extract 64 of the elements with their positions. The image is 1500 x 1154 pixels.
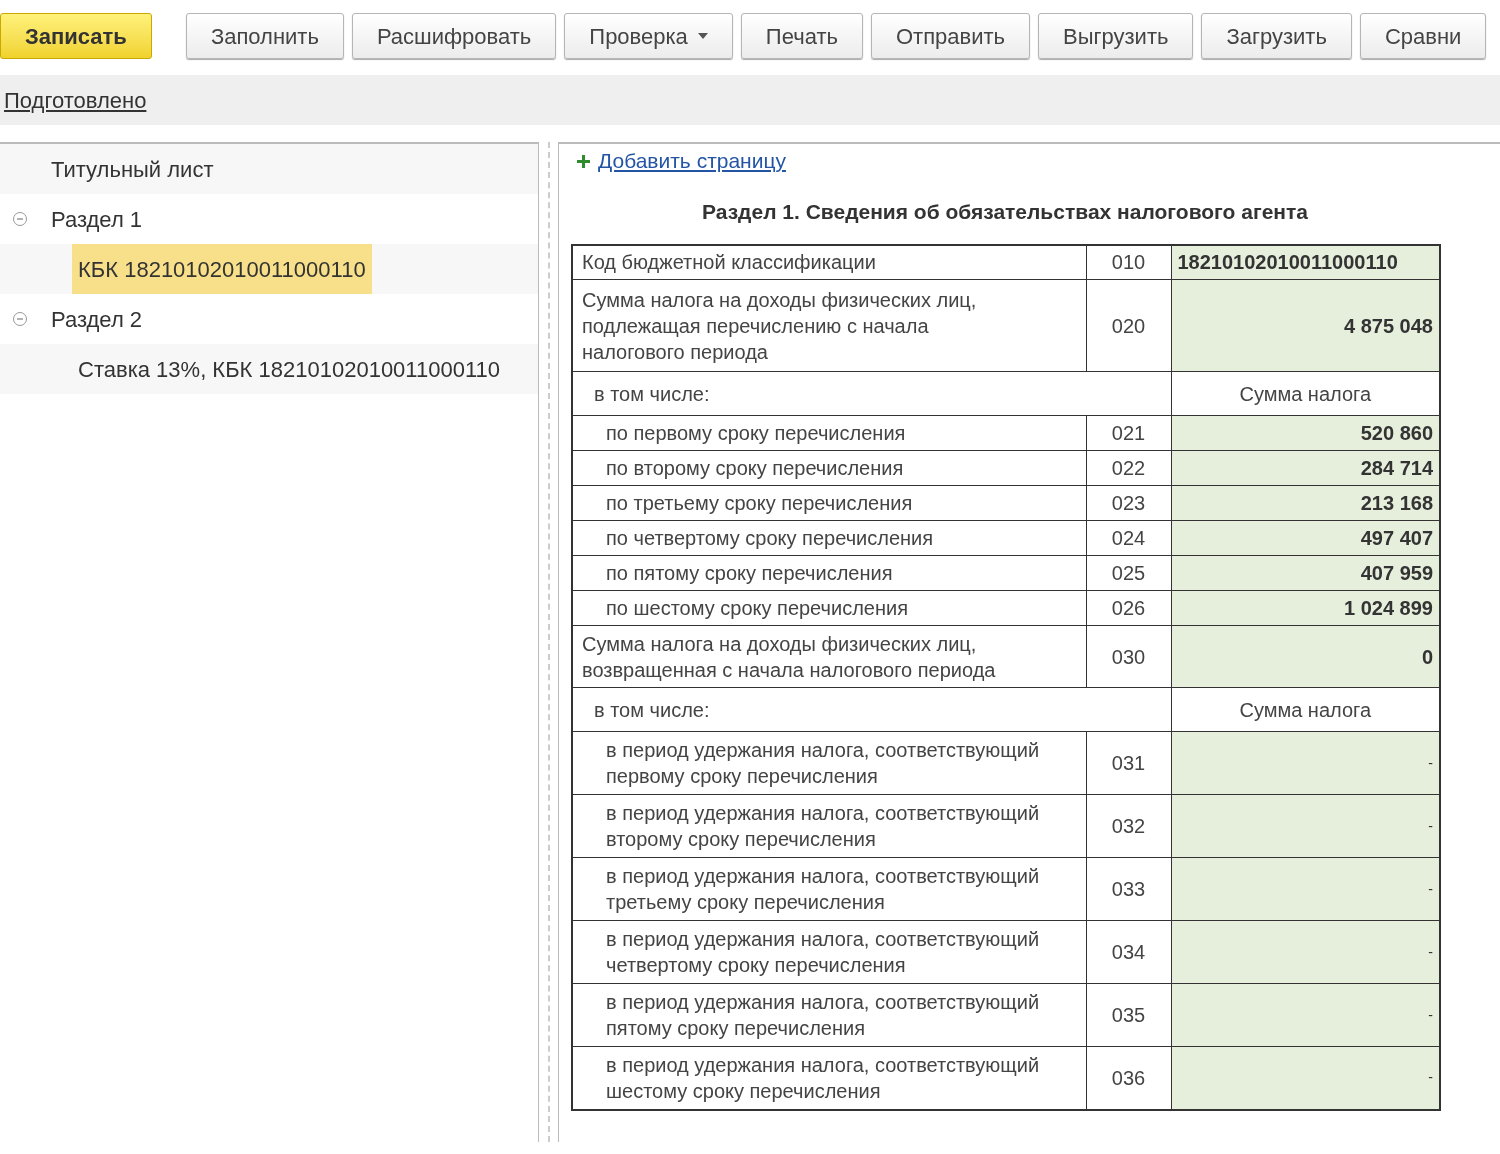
value-field[interactable]: 497 407 (1171, 520, 1440, 556)
table-cell: в том числе: (572, 371, 1171, 416)
line-code: 023 (1086, 485, 1171, 521)
value-field[interactable]: 18210102010011000110 (1171, 244, 1440, 280)
value-field[interactable]: - (1171, 1046, 1440, 1110)
row-label: в период удержания налога, соответствующий второму сроку перечисления (572, 794, 1086, 858)
row-label: по третьему сроку перечисления (572, 485, 1086, 521)
row-label: по шестому сроку перечисления (572, 590, 1086, 626)
collapse-icon[interactable] (12, 311, 28, 327)
save-button[interactable]: Записать (0, 13, 152, 59)
toolbar-button[interactable]: Сравни (1359, 13, 1487, 59)
add-page-link[interactable]: Добавить страницу (598, 145, 786, 177)
value-field[interactable]: 213 168 (1171, 485, 1440, 521)
dropdown-button[interactable]: Проверка (564, 13, 733, 59)
plus-icon (577, 154, 590, 168)
row-label: в период удержания налога, соответствующий третьему сроку перечисления (572, 857, 1086, 921)
value-field[interactable]: 1 024 899 (1171, 590, 1440, 626)
toolbar-button[interactable]: Заполнить (185, 13, 344, 59)
row-label: Сумма налога на доходы физических лиц, возвращенная с начала налогового периода (572, 625, 1086, 688)
tree-item[interactable]: Раздел 1 (45, 194, 149, 244)
value-field[interactable]: - (1171, 920, 1440, 984)
line-code: 030 (1086, 625, 1171, 688)
row-label: по четвертому сроку перечисления (572, 520, 1086, 556)
value-field[interactable]: 4 875 048 (1171, 279, 1440, 372)
line-code: 032 (1086, 794, 1171, 858)
line-code: 010 (1086, 244, 1171, 280)
status-link[interactable]: Подготовлено (4, 83, 147, 117)
value-field[interactable]: 0 (1171, 625, 1440, 688)
line-code: 033 (1086, 857, 1171, 921)
table-cell: в том числе: (572, 687, 1171, 732)
toolbar-button[interactable]: Загрузить (1201, 13, 1352, 59)
line-code: 020 (1086, 279, 1171, 372)
toolbar-button[interactable]: Расшифровать (351, 13, 557, 59)
line-code: 026 (1086, 590, 1171, 626)
collapse-icon[interactable] (12, 211, 28, 227)
value-field[interactable]: - (1171, 983, 1440, 1047)
row-label: в период удержания налога, соответствующий первому сроку перечисления (572, 731, 1086, 795)
row-label: по первому сроку перечисления (572, 415, 1086, 451)
row-label: Код бюджетной классификации (572, 244, 1086, 280)
toolbar-button[interactable]: Печать (740, 13, 863, 59)
tree-item[interactable]: Раздел 2 (45, 294, 149, 344)
value-field[interactable]: - (1171, 857, 1440, 921)
row-label: в период удержания налога, соответствующий четвертому сроку перечисления (572, 920, 1086, 984)
row-label: в период удержания налога, соответствующий пятому сроку перечисления (572, 983, 1086, 1047)
row-label: Сумма налога на доходы физических лиц, подлежащая перечислению с начала налогового периода (572, 279, 1086, 372)
line-code: 025 (1086, 555, 1171, 591)
line-code: 035 (1086, 983, 1171, 1047)
row-label: по второму сроку перечисления (572, 450, 1086, 486)
caret-icon (697, 33, 708, 39)
value-field[interactable]: - (1171, 794, 1440, 858)
tree-item[interactable]: КБК 18210102010011000110 (72, 244, 372, 294)
line-code: 024 (1086, 520, 1171, 556)
line-code: 034 (1086, 920, 1171, 984)
value-field[interactable]: 520 860 (1171, 415, 1440, 451)
value-field[interactable]: 407 959 (1171, 555, 1440, 591)
value-field[interactable]: - (1171, 731, 1440, 795)
section-title: Раздел 1. Сведения об обязательствах налогового агента (701, 199, 1309, 225)
line-code: 031 (1086, 731, 1171, 795)
line-code: 022 (1086, 450, 1171, 486)
line-code: 021 (1086, 415, 1171, 451)
toolbar-button[interactable]: Выгрузить (1038, 13, 1194, 59)
row-label: по пятому сроку перечисления (572, 555, 1086, 591)
value-field[interactable]: 284 714 (1171, 450, 1440, 486)
toolbar-button[interactable]: Отправить (870, 13, 1031, 59)
